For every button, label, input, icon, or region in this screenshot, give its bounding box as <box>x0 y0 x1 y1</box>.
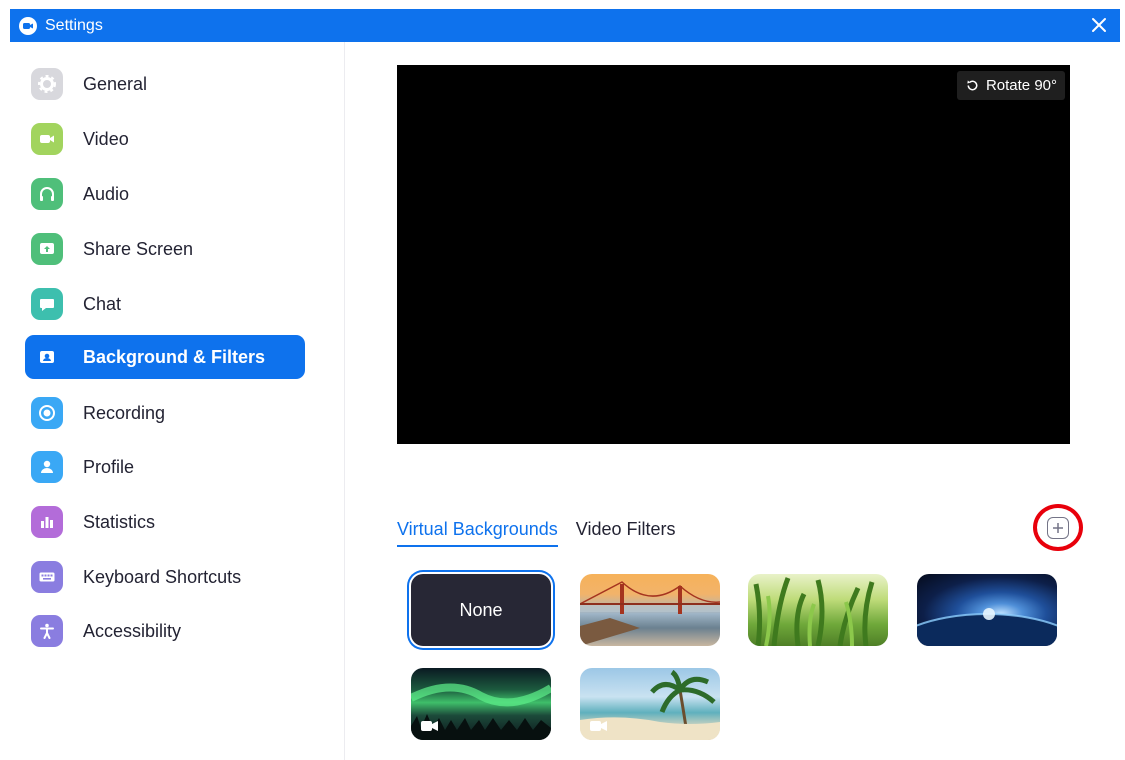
rotate-90-button[interactable]: Rotate 90° <box>956 71 1065 100</box>
tab-virtual-backgrounds[interactable]: Virtual Backgrounds <box>397 513 558 547</box>
sidebar-item-label: Video <box>83 128 129 149</box>
close-icon <box>1092 18 1106 32</box>
sidebar-item-label: Profile <box>83 456 135 477</box>
record-icon <box>31 397 63 429</box>
sidebar-item-label: Share Screen <box>83 238 194 259</box>
background-aurora[interactable] <box>411 668 551 740</box>
bridge-image <box>580 581 720 646</box>
sidebar-item-background-filters[interactable]: Background & Filters <box>25 335 305 379</box>
share-screen-icon <box>31 233 63 265</box>
settings-sidebar: General Video Audio Share Screen Chat Ba… <box>10 42 345 760</box>
background-earth-from-space[interactable] <box>917 574 1057 646</box>
accessibility-icon <box>31 615 63 647</box>
sidebar-item-label: Chat <box>83 293 122 314</box>
sidebar-item-recording[interactable]: Recording <box>25 391 305 435</box>
chat-bubble-icon <box>31 288 63 320</box>
rotate-icon <box>967 80 978 91</box>
background-golden-gate-bridge[interactable] <box>580 574 720 646</box>
video-badge-icon <box>590 721 607 731</box>
background-none[interactable]: None <box>411 574 551 646</box>
gear-icon <box>31 68 63 100</box>
background-none-label: None <box>459 599 503 620</box>
background-grass[interactable] <box>748 574 888 646</box>
keyboard-icon <box>31 561 63 593</box>
add-background-button[interactable] <box>1047 516 1069 539</box>
camera-icon <box>31 123 63 155</box>
zoom-app-icon <box>19 16 37 35</box>
sidebar-item-profile[interactable]: Profile <box>25 445 305 489</box>
sidebar-item-statistics[interactable]: Statistics <box>25 500 305 544</box>
window-title: Settings <box>45 16 103 34</box>
sidebar-item-chat[interactable]: Chat <box>25 282 305 326</box>
background-beach[interactable] <box>580 668 720 740</box>
rotate-label: Rotate 90° <box>985 77 1057 94</box>
headphones-icon <box>31 178 63 210</box>
background-tabs: Virtual Backgrounds Video Filters <box>397 513 693 547</box>
close-button[interactable] <box>1084 10 1114 40</box>
bar-chart-icon <box>31 506 63 538</box>
sidebar-item-label: Keyboard Shortcuts <box>83 566 242 587</box>
title-bar: Settings <box>10 9 1120 42</box>
plus-icon <box>1053 522 1063 533</box>
user-icon <box>31 451 63 483</box>
video-preview: Rotate 90° <box>397 65 1070 444</box>
sidebar-item-label: Accessibility <box>83 620 182 641</box>
grass-image <box>753 577 875 646</box>
sidebar-item-share-screen[interactable]: Share Screen <box>25 227 305 271</box>
sidebar-item-label: Recording <box>83 402 166 423</box>
sidebar-item-label: Background & Filters <box>83 346 266 367</box>
add-button-highlight <box>1033 504 1083 551</box>
sidebar-item-label: Audio <box>83 183 130 204</box>
portrait-icon <box>31 341 63 373</box>
sidebar-item-accessibility[interactable]: Accessibility <box>25 609 305 653</box>
earth-image <box>917 608 1057 646</box>
sidebar-item-audio[interactable]: Audio <box>25 172 305 216</box>
sidebar-item-keyboard-shortcuts[interactable]: Keyboard Shortcuts <box>25 555 305 599</box>
sidebar-item-label: Statistics <box>83 511 156 532</box>
sidebar-item-general[interactable]: General <box>25 62 305 106</box>
sidebar-item-label: General <box>83 73 148 94</box>
video-badge-icon <box>421 721 438 731</box>
sidebar-item-video[interactable]: Video <box>25 117 305 161</box>
tab-video-filters[interactable]: Video Filters <box>576 513 676 547</box>
